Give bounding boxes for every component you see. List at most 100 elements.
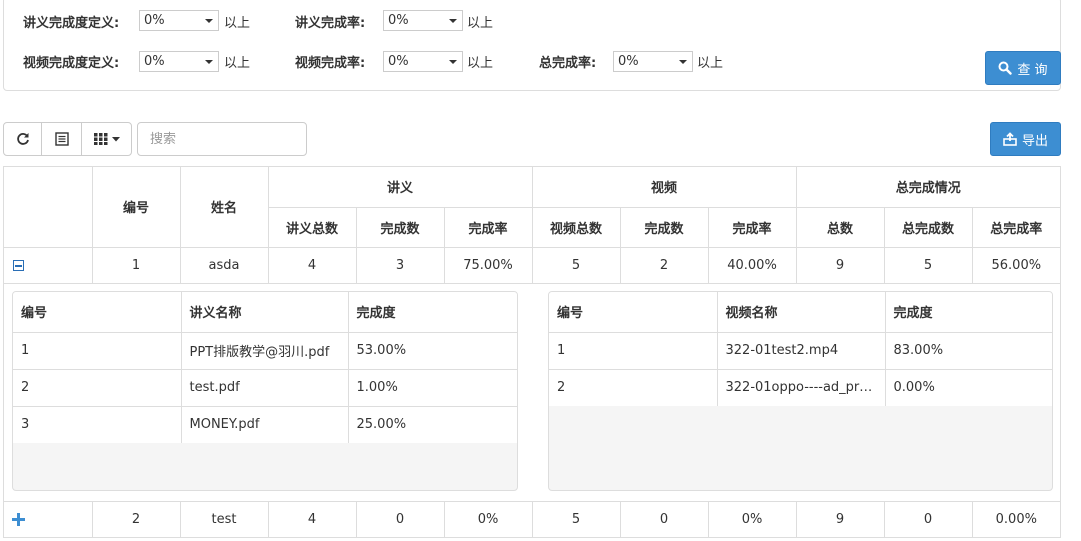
- completion-table: 编号 姓名 讲义 视频 总完成情况 讲义总数 完成数 完成率 视频总数 完成数 …: [3, 166, 1061, 538]
- cell-no: 2: [91, 500, 181, 537]
- lecture-col-name: 讲义名称: [180, 291, 349, 333]
- list-icon: [54, 132, 69, 146]
- total-rate-select[interactable]: 0%: [613, 51, 693, 72]
- col-header-lecture-total[interactable]: 讲义总数: [268, 206, 357, 248]
- lecture-detail-table: 编号 讲义名称 完成度 1 PPT排版教学@羽川.pdf 53.00% 2 te…: [12, 290, 518, 491]
- select-value: 0%: [388, 13, 409, 28]
- col-header-total-rate[interactable]: 总完成率: [971, 206, 1061, 248]
- columns-dropdown-button[interactable]: [81, 122, 132, 156]
- suffix-label: 以上: [224, 56, 251, 71]
- cell-video-rate: 0%: [707, 500, 797, 537]
- video-rate-label: 视频完成率:: [295, 56, 366, 71]
- col-header-video-done[interactable]: 完成数: [619, 206, 709, 248]
- chevron-down-icon: [449, 19, 457, 23]
- col-header-lecture-rate[interactable]: 完成率: [443, 206, 533, 248]
- table-row: 3 MONEY.pdf 25.00%: [13, 405, 517, 443]
- video-col-progress: 完成度: [884, 291, 1052, 333]
- table-row: 2 322-01oppo----ad_pr… 0.00%: [549, 368, 1052, 406]
- suffix-label: 以上: [467, 16, 494, 31]
- video-col-name: 视频名称: [716, 291, 886, 333]
- lecture-cell-progress: 53.00%: [347, 331, 517, 370]
- cell-video-done: 2: [619, 246, 709, 284]
- table-row: 1 asda 4 3 75.00% 5 2 40.00% 9 5 56.00%: [4, 246, 1061, 284]
- col-header-no[interactable]: 编号: [91, 167, 181, 248]
- cell-video-total: 5: [531, 246, 621, 284]
- video-cell-progress: 0.00%: [884, 368, 1052, 406]
- caret-down-icon: [111, 136, 120, 141]
- chevron-down-icon: [205, 60, 213, 64]
- cell-name: test: [179, 500, 269, 537]
- lecture-rate-select[interactable]: 0%: [383, 10, 463, 31]
- lecture-col-no: 编号: [13, 291, 182, 333]
- cell-total-done: 5: [883, 246, 973, 284]
- col-header-video-total[interactable]: 视频总数: [531, 206, 621, 248]
- cell-video-rate: 40.00%: [707, 246, 797, 284]
- cell-lecture-total: 4: [267, 500, 357, 537]
- cell-lecture-done: 3: [355, 246, 445, 284]
- cell-total-done: 0: [883, 500, 973, 537]
- select-value: 0%: [144, 54, 165, 69]
- select-value: 0%: [144, 13, 165, 28]
- lecture-completion-def-label: 讲义完成度定义:: [23, 16, 120, 31]
- table-row: 2 test.pdf 1.00%: [13, 368, 517, 407]
- toggle-view-button[interactable]: [41, 122, 82, 156]
- suffix-label: 以上: [224, 16, 251, 31]
- lecture-cell-name: MONEY.pdf: [180, 405, 349, 443]
- group-header-video: 视频: [531, 167, 797, 208]
- cell-no: 1: [91, 246, 181, 284]
- video-completion-def-label: 视频完成度定义:: [23, 56, 120, 71]
- video-cell-name: 322-01oppo----ad_pr…: [716, 368, 886, 406]
- detail-cell: 编号 讲义名称 完成度 1 PPT排版教学@羽川.pdf 53.00% 2 te…: [4, 282, 1061, 502]
- suffix-label: 以上: [697, 56, 724, 71]
- video-cell-no: 2: [549, 368, 718, 406]
- expand-cell: [4, 500, 93, 537]
- cell-total: 9: [795, 246, 885, 284]
- table-toolbar: [3, 122, 132, 156]
- lecture-cell-progress: 1.00%: [347, 368, 517, 407]
- expand-icon[interactable]: [12, 512, 25, 526]
- collapse-icon[interactable]: [13, 259, 24, 271]
- refresh-button[interactable]: [3, 122, 42, 156]
- video-col-no: 编号: [549, 291, 718, 333]
- chevron-down-icon: [679, 60, 687, 64]
- video-rate-select[interactable]: 0%: [383, 51, 463, 72]
- cell-total-rate: 0.00%: [971, 500, 1061, 537]
- expand-header: [4, 167, 93, 248]
- cell-lecture-total: 4: [267, 246, 357, 284]
- search-input[interactable]: [137, 122, 307, 156]
- total-rate-label: 总完成率:: [539, 56, 597, 71]
- video-cell-no: 1: [549, 331, 718, 370]
- chevron-down-icon: [449, 60, 457, 64]
- export-icon: [1003, 132, 1017, 146]
- lecture-cell-no: 1: [13, 331, 182, 370]
- video-detail-table: 编号 视频名称 完成度 1 322-01test2.mp4 83.00% 2 3…: [548, 290, 1053, 491]
- cell-lecture-rate: 0%: [443, 500, 533, 537]
- col-header-total-done[interactable]: 总完成数: [883, 206, 973, 248]
- cell-total: 9: [795, 500, 885, 537]
- cell-video-total: 5: [531, 500, 621, 537]
- col-header-total[interactable]: 总数: [795, 206, 885, 248]
- export-button[interactable]: 导出: [990, 122, 1061, 156]
- query-button[interactable]: 查 询: [985, 51, 1061, 85]
- select-value: 0%: [388, 54, 409, 69]
- lecture-completion-def-select[interactable]: 0%: [139, 10, 219, 31]
- chevron-down-icon: [205, 19, 213, 23]
- search-icon: [998, 61, 1013, 75]
- col-header-video-rate[interactable]: 完成率: [707, 206, 797, 248]
- lecture-rate-label: 讲义完成率:: [295, 16, 366, 31]
- lecture-cell-no: 2: [13, 368, 182, 407]
- lecture-cell-progress: 25.00%: [347, 405, 517, 443]
- col-header-lecture-done[interactable]: 完成数: [355, 206, 445, 248]
- lecture-cell-no: 3: [13, 405, 182, 443]
- lecture-cell-name: PPT排版教学@羽川.pdf: [180, 331, 349, 370]
- cell-total-rate: 56.00%: [971, 246, 1061, 284]
- cell-name: asda: [179, 246, 269, 284]
- video-completion-def-select[interactable]: 0%: [139, 51, 219, 72]
- query-button-label: 查 询: [1017, 62, 1048, 78]
- lecture-cell-name: test.pdf: [180, 368, 349, 407]
- group-header-lecture: 讲义: [267, 167, 533, 208]
- cell-lecture-done: 0: [355, 500, 445, 537]
- detail-row: 编号 讲义名称 完成度 1 PPT排版教学@羽川.pdf 53.00% 2 te…: [4, 282, 1061, 502]
- col-header-name[interactable]: 姓名: [179, 167, 269, 248]
- table-row: 2 test 4 0 0% 5 0 0% 9 0 0.00%: [4, 500, 1061, 537]
